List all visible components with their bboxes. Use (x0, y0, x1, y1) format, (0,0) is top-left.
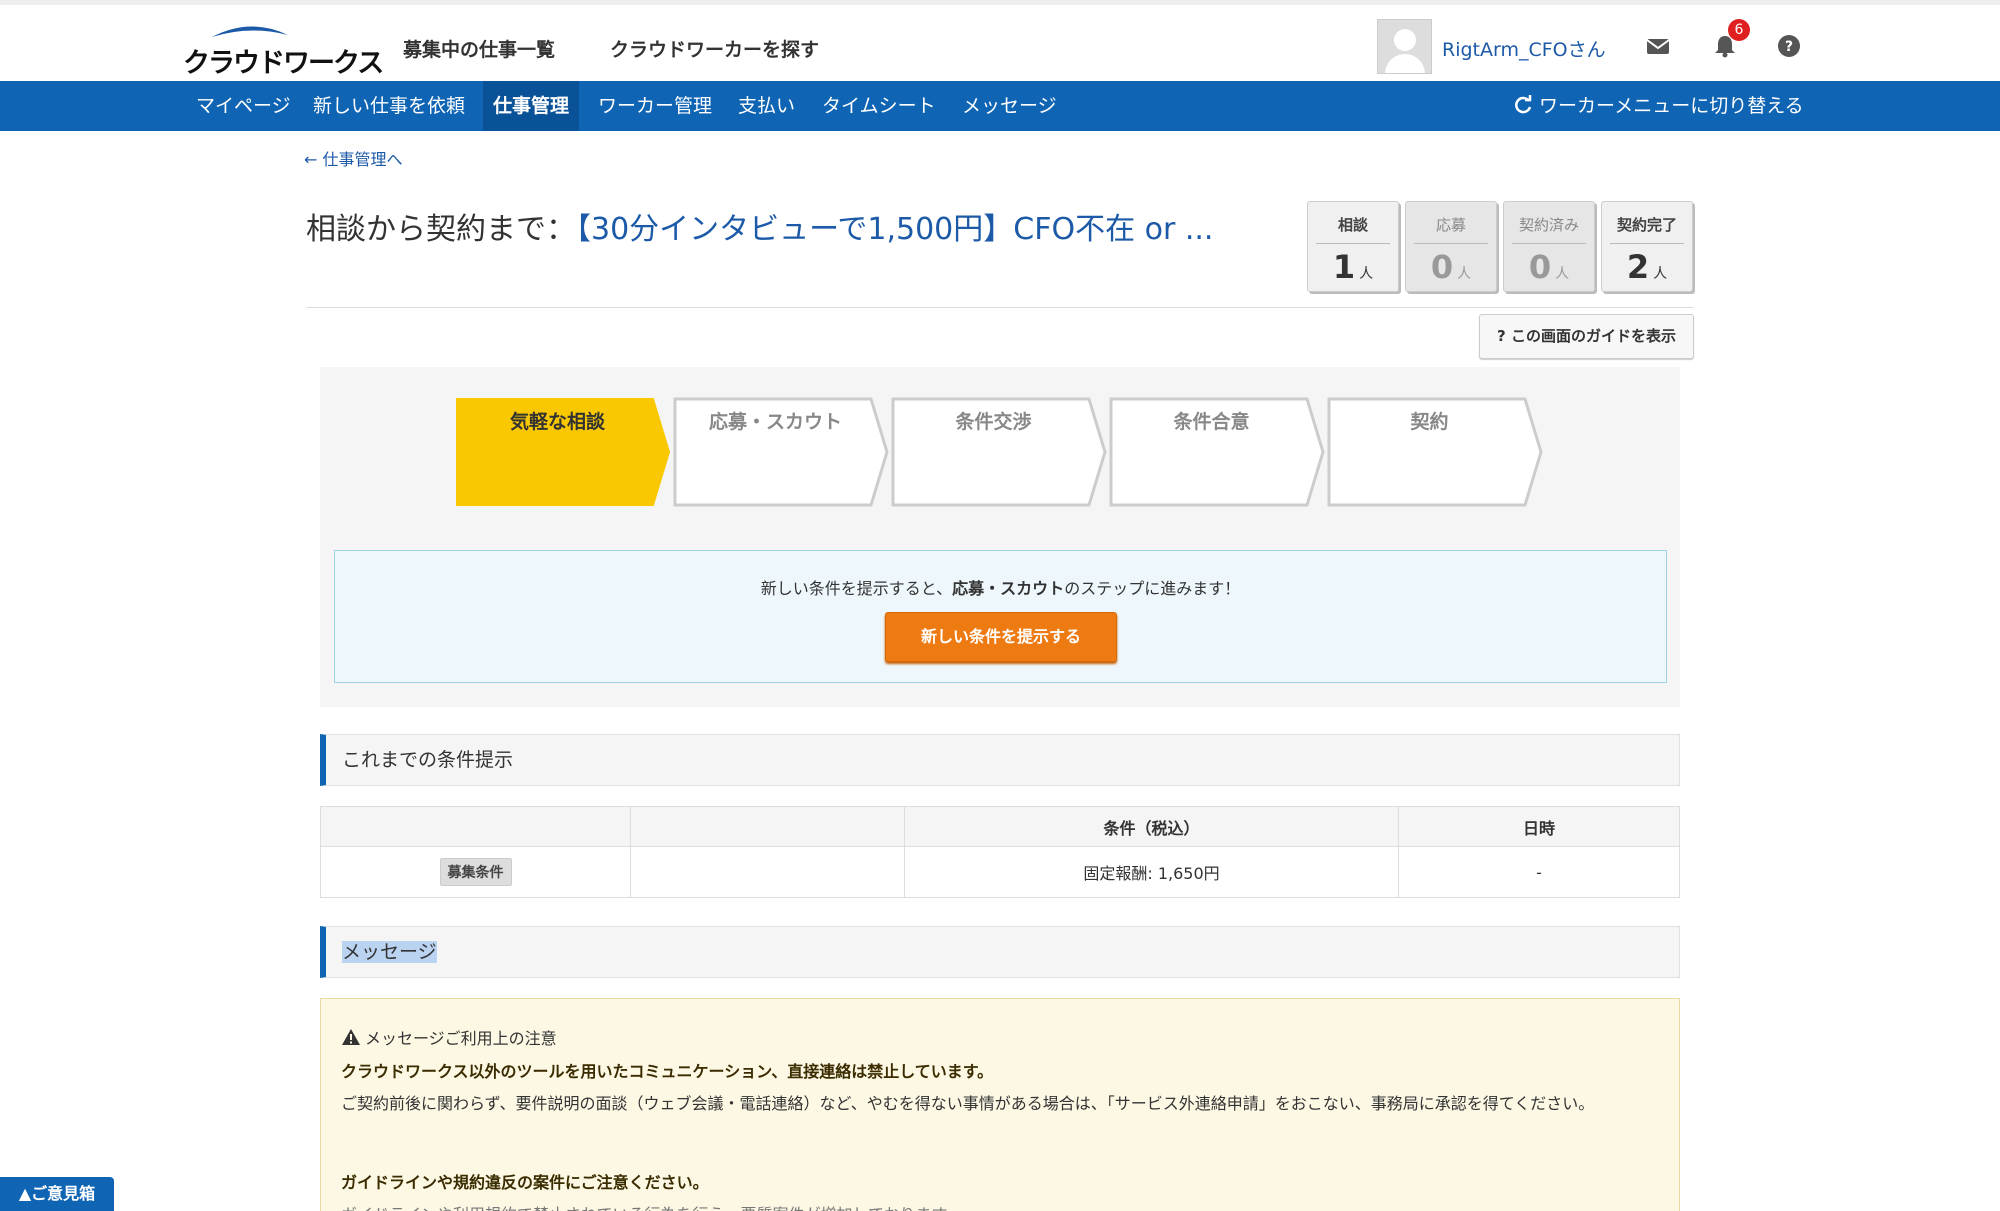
avatar[interactable] (1377, 19, 1432, 74)
subnav-worker-management[interactable]: ワーカー管理 (596, 81, 714, 131)
username-link[interactable]: RigtArm_CFOさん (1442, 35, 1606, 62)
step-consultation: 気軽な相談 (509, 411, 605, 433)
info-text-bold: 応募・スカウト (952, 579, 1065, 598)
subnav-payment[interactable]: 支払い (736, 81, 797, 131)
counter-unit: 人 (1555, 266, 1570, 282)
subnav-new-job[interactable]: 新しい仕事を依頼 (311, 81, 467, 131)
table-cell-datetime: - (1398, 846, 1680, 898)
logo-text: クラウドワークス (183, 48, 384, 79)
counter-unit: 人 (1457, 266, 1472, 282)
conditions-table: 条件（税込） 日時 募集条件 固定報酬: 1,650円 - (320, 806, 1680, 898)
page-title-prefix: 相談から契約まで： (306, 212, 576, 247)
conditions-section-header: これまでの条件提示 (320, 734, 1680, 786)
recruitment-terms-tag: 募集条件 (439, 858, 512, 886)
step-contract: 契約 (1410, 411, 1449, 433)
subnav-timesheet[interactable]: タイムシート (820, 81, 938, 131)
counter-unit: 人 (1359, 266, 1374, 282)
column-header (630, 806, 905, 847)
notice-heading: メッセージご利用上の注意 (341, 1025, 557, 1049)
subnav-job-management[interactable]: 仕事管理 (483, 81, 580, 131)
propose-new-terms-button[interactable]: 新しい条件を提示する (885, 612, 1117, 662)
sub-navigation: マイページ 新しい仕事を依頼 仕事管理 ワーカー管理 支払い タイムシート メッ… (0, 81, 2000, 131)
table-cell-condition: 固定報酬: 1,650円 (904, 846, 1399, 898)
show-guide-button[interactable]: ? この画面のガイドを表示 (1479, 314, 1694, 359)
notice-line-1: クラウドワークス以外のツールを用いたコミュニケーション、直接連絡は禁止しています… (341, 1062, 994, 1081)
step-negotiation: 条件交渉 (955, 411, 1032, 433)
warning-icon (342, 1029, 360, 1045)
column-header-conditions: 条件（税込） (904, 806, 1399, 847)
switch-to-worker-menu[interactable]: ワーカーメニューに切り替える (1513, 81, 1804, 131)
crowdworks-logo[interactable]: クラウドワークス (180, 19, 384, 79)
mail-icon[interactable] (1645, 33, 1671, 59)
column-header-datetime: 日時 (1398, 806, 1680, 847)
page-title: 相談から契約まで：【30分インタビューで1,500円】CFO不在 or ... (306, 204, 1213, 248)
title-divider (306, 307, 1694, 308)
counter-contracted[interactable]: 契約済み 0人 (1503, 201, 1595, 292)
column-header (320, 806, 631, 847)
notice-line-2: ご契約前後に関わらず、要件説明の面談（ウェブ会議・電話連絡）など、やむを得ない事… (341, 1094, 1595, 1113)
svg-text:?: ? (1785, 39, 1793, 55)
counter-consultation[interactable]: 相談 1人 (1307, 201, 1399, 292)
counter-value: 0 (1430, 248, 1454, 286)
logo-swoosh-icon (212, 26, 288, 37)
subnav-messages[interactable]: メッセージ (960, 81, 1059, 131)
notice-line-3: ガイドラインや規約違反の案件にご注意ください。 (341, 1173, 709, 1192)
nav-find-workers[interactable]: クラウドワーカーを探す (610, 35, 819, 62)
message-notice-box: メッセージご利用上の注意 クラウドワークス以外のツールを用いたコミュニケーション… (320, 998, 1680, 1211)
counter-applications[interactable]: 応募 0人 (1405, 201, 1497, 292)
message-section-title: メッセージ (342, 941, 437, 963)
table-header-row: 条件（税込） 日時 (320, 806, 1680, 847)
step-agreement: 条件合意 (1173, 411, 1250, 433)
counter-label: 契約済み (1512, 214, 1586, 244)
notice-heading-text: メッセージご利用上の注意 (365, 1029, 557, 1048)
help-icon[interactable]: ? (1776, 33, 1802, 59)
info-text-after: のステップに進みます！ (1064, 579, 1241, 598)
refresh-icon (1515, 95, 1532, 114)
table-cell: 募集条件 (320, 846, 631, 898)
counter-label: 相談 (1316, 214, 1390, 244)
counter-label: 応募 (1414, 214, 1488, 244)
feedback-tab[interactable]: ▲ご意見箱 (0, 1177, 114, 1211)
counter-value: 1 (1332, 248, 1356, 286)
counter-value: 2 (1626, 248, 1650, 286)
table-row: 募集条件 固定報酬: 1,650円 - (320, 846, 1680, 898)
next-step-info-text: 新しい条件を提示すると、応募・スカウトのステップに進みます！ (335, 575, 1666, 599)
switch-menu-label: ワーカーメニューに切り替える (1539, 95, 1804, 117)
info-text-before: 新しい条件を提示すると、 (760, 579, 953, 598)
notification-badge: 6 (1728, 19, 1750, 41)
nav-job-list[interactable]: 募集中の仕事一覧 (403, 35, 555, 62)
notice-line-4: ガイドラインや利用規約で禁止されている行為を行う、悪質案件が増加しております。 (341, 1201, 962, 1211)
counter-unit: 人 (1653, 266, 1668, 282)
counter-label: 契約完了 (1610, 214, 1684, 244)
message-section-header: メッセージ (320, 926, 1680, 978)
job-title-link[interactable]: 【30分インタビューで1,500円】CFO不在 or ... (576, 212, 1213, 247)
step-apply-scout: 応募・スカウト (708, 411, 842, 433)
back-to-job-management[interactable]: ← 仕事管理へ (304, 146, 403, 170)
counter-completed[interactable]: 契約完了 2人 (1601, 201, 1693, 292)
top-header: クラウドワークス 募集中の仕事一覧 クラウドワーカーを探す RigtArm_CF… (0, 0, 2000, 81)
subnav-mypage[interactable]: マイページ (194, 81, 293, 131)
counter-value: 0 (1528, 248, 1552, 286)
table-cell (630, 846, 905, 898)
next-step-info-box: 新しい条件を提示すると、応募・スカウトのステップに進みます！ 新しい条件を提示す… (334, 550, 1667, 683)
